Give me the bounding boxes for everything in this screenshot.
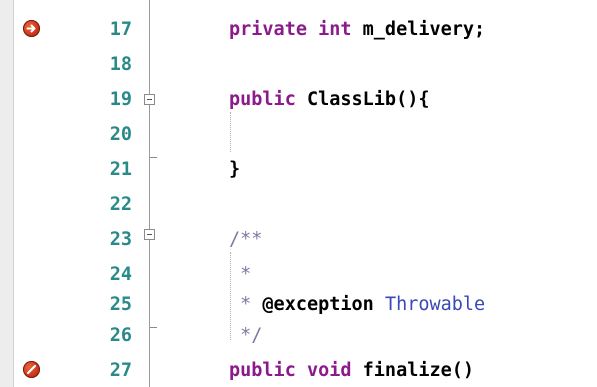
identifier-token: ClassLib(){ [306,89,430,110]
code-line[interactable]: 18 [0,47,597,82]
code-line[interactable]: 20 [0,117,597,152]
javadoc-tag-token: @exception [262,294,385,315]
line-number: 17 [109,19,132,40]
code-line[interactable]: 26 */ [0,318,597,353]
comment-token: * [229,264,252,285]
keyword-token: public void [229,360,363,381]
disabled-breakpoint-icon[interactable] [23,361,40,378]
code-editor[interactable]: 17 private int m_delivery; 18 19 public … [0,0,597,387]
line-number: 21 [109,159,132,180]
brace-token: } [229,159,241,180]
identifier-token: finalize() [362,360,475,381]
identifier-token: m_delivery; [362,19,486,40]
fold-collapse-icon[interactable] [144,229,155,240]
comment-token: */ [229,325,263,346]
code-text[interactable]: public void finalize() [229,353,474,387]
line-number: 18 [109,54,132,75]
comment-token: /** [229,229,263,250]
fold-collapse-icon[interactable] [144,94,155,105]
fold-end-marker [150,327,157,328]
code-text[interactable]: private int m_delivery; [229,12,485,47]
block-guide [230,112,232,152]
code-text[interactable]: public ClassLib(){ [229,82,430,117]
line-number: 19 [109,89,132,110]
line-number: 26 [109,325,132,346]
line-number: 27 [109,360,132,381]
code-line[interactable]: 27 public void finalize() [0,353,597,387]
code-line[interactable]: 21 } [0,152,597,187]
block-guide [230,252,232,340]
current-line-breakpoint-icon[interactable] [23,20,40,37]
code-text[interactable]: /** [229,222,262,257]
code-text[interactable]: } [229,152,240,187]
line-number: 25 [109,294,132,315]
line-number: 23 [109,229,132,250]
code-line[interactable]: 19 public ClassLib(){ [0,82,597,117]
code-text[interactable]: * @exception Throwable [229,287,485,322]
code-line[interactable]: 22 [0,187,597,222]
keyword-token: private int [229,19,363,40]
line-number: 22 [109,194,132,215]
code-line[interactable]: 23 /** [0,222,597,257]
code-text[interactable]: */ [229,318,262,353]
keyword-token: public [229,89,307,110]
code-line[interactable]: 17 private int m_delivery; [0,12,597,47]
line-number: 20 [109,124,132,145]
type-reference-token: Throwable [384,294,486,315]
comment-token: * [229,294,263,315]
fold-end-marker [150,157,157,158]
code-line[interactable]: 25 * @exception Throwable [0,287,597,322]
